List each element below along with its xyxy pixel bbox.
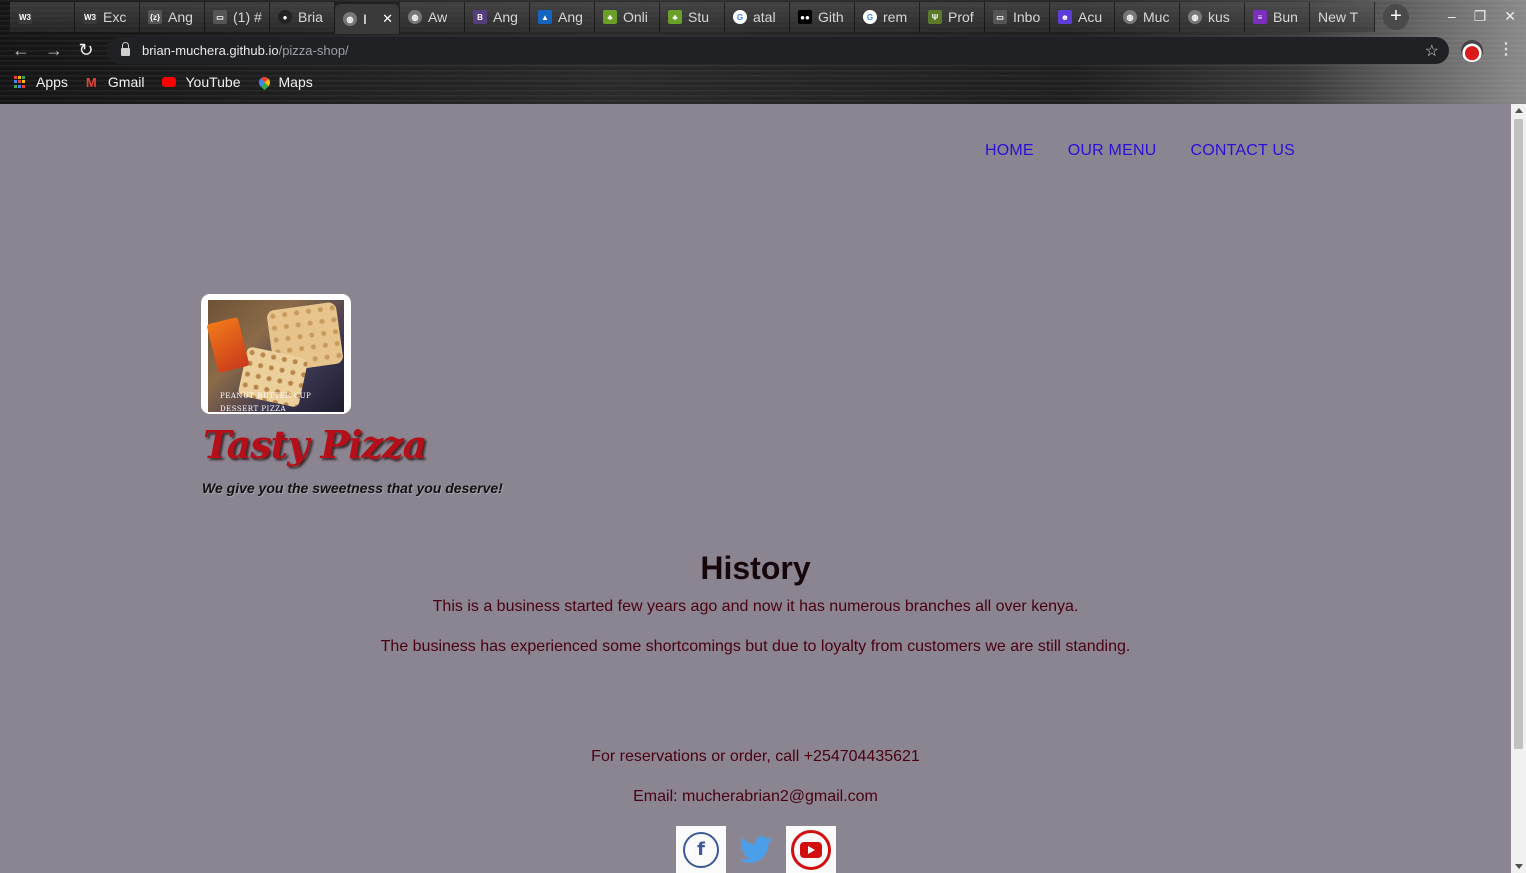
tab[interactable]: W3: [10, 2, 75, 32]
history-paragraph-1: This is a business started few years ago…: [432, 598, 1079, 615]
apps-grid-icon: [14, 75, 27, 89]
globe-icon: ◍: [343, 12, 357, 26]
palm-icon: Ψ: [928, 10, 942, 24]
pizza-photo: PEANUT BUTTER CUP DESSERT PIZZA: [206, 300, 344, 413]
minimize-icon[interactable]: –: [1448, 8, 1456, 25]
contact-email: Email: mucherabrian2@gmail.com: [633, 788, 878, 805]
tab[interactable]: ≡ Bun: [1245, 2, 1310, 32]
restore-icon[interactable]: ❐: [1474, 8, 1487, 25]
tab[interactable]: ♣ Stu: [660, 2, 725, 32]
close-tab-icon[interactable]: ✕: [382, 11, 393, 27]
tab[interactable]: B Ang: [465, 2, 530, 32]
scroll-down-arrow-icon[interactable]: [1515, 864, 1523, 869]
window-controls: – ❐ ✕: [1448, 8, 1516, 25]
history-heading: History: [700, 550, 811, 586]
bookmark-maps[interactable]: Maps: [256, 74, 313, 90]
brand-name: Tasty Pizza: [203, 422, 427, 467]
tab[interactable]: New T: [1310, 2, 1375, 32]
globe-icon: ◍: [1188, 10, 1202, 24]
bookmark-youtube[interactable]: YouTube: [162, 74, 241, 90]
gmail-icon: M: [85, 74, 97, 90]
new-tab-button[interactable]: +: [1383, 4, 1409, 30]
google-icon: G: [733, 10, 747, 24]
tree-icon: ♣: [603, 10, 617, 24]
tab[interactable]: Grem: [855, 2, 920, 32]
tab[interactable]: ▭ Inbo: [985, 2, 1050, 32]
tab[interactable]: ◍ Muc: [1115, 2, 1180, 32]
reload-icon[interactable]: ↻: [75, 39, 97, 61]
w3schools-icon: W3: [18, 10, 32, 24]
tab[interactable]: ▲ Ang: [530, 2, 595, 32]
twitter-link[interactable]: [736, 826, 776, 873]
history-paragraph-2: The business has experienced some shortc…: [380, 638, 1131, 655]
browser-toolbar: ← → ↻ brian-muchera.github.io/pizza-shop…: [0, 34, 1526, 67]
tab[interactable]: ◍ kus: [1180, 2, 1245, 32]
back-arrow-icon[interactable]: ←: [10, 39, 32, 61]
social-links: f: [676, 826, 836, 873]
google-icon: G: [863, 10, 877, 24]
tab[interactable]: Gatal: [725, 2, 790, 32]
lock-icon: [121, 42, 130, 56]
bookmark-gmail[interactable]: M Gmail: [86, 74, 145, 90]
tab-strip: W3 W3 Exc {z} Ang ▭ (1) # ● Bria ◍ I ✕ ◍ Aw B An…: [10, 0, 1409, 34]
tab[interactable]: Ψ Prof: [920, 2, 985, 32]
youtube-link[interactable]: [786, 826, 836, 873]
tab[interactable]: {z} Ang: [140, 2, 205, 32]
youtube-icon: [162, 77, 177, 87]
address-bar[interactable]: brian-muchera.github.io/pizza-shop/ ☆: [107, 37, 1449, 64]
github-icon: ●: [278, 10, 292, 24]
logo-caption: PEANUT BUTTER CUP DESSERT PIZZA: [220, 392, 312, 413]
forward-arrow-icon[interactable]: →: [43, 39, 65, 61]
menu-kebab-icon[interactable]: ⋮: [1498, 39, 1514, 59]
bookmarks-bar: Apps M Gmail YouTube Maps: [0, 67, 1526, 97]
web-page: HOME OUR MENU CONTACT US PEANUT BUTTER C…: [0, 104, 1511, 873]
medium-icon: ●●: [798, 10, 812, 24]
tab[interactable]: ♣ Onli: [595, 2, 660, 32]
angular-icon: ▲: [538, 10, 552, 24]
tab[interactable]: ● Bria: [270, 2, 335, 32]
globe-icon: ◍: [1123, 10, 1137, 24]
scroll-up-arrow-icon[interactable]: [1515, 108, 1523, 113]
page-scrollbar[interactable]: [1511, 104, 1526, 873]
w3schools-icon: W3: [83, 10, 97, 24]
logo-image: PEANUT BUTTER CUP DESSERT PIZZA: [201, 294, 351, 414]
browser-chrome: W3 W3 Exc {z} Ang ▭ (1) # ● Bria ◍ I ✕ ◍ Aw B An…: [0, 0, 1526, 104]
close-window-icon[interactable]: ✕: [1504, 8, 1516, 25]
nav-contact-link[interactable]: CONTACT US: [1190, 142, 1295, 160]
nav-home-link[interactable]: HOME: [985, 142, 1034, 160]
tab[interactable]: ▭ (1) #: [205, 2, 270, 32]
facebook-icon: f: [683, 831, 719, 868]
tab[interactable]: ◍ Aw: [400, 2, 465, 32]
user-icon: ☻: [1058, 10, 1072, 24]
tab[interactable]: ☻ Acu: [1050, 2, 1115, 32]
globe-icon: ◍: [408, 10, 422, 24]
list-icon: ≡: [1253, 10, 1267, 24]
site-navigation: HOME OUR MENU CONTACT US: [985, 142, 1295, 160]
facebook-link[interactable]: f: [676, 826, 726, 873]
nav-menu-link[interactable]: OUR MENU: [1068, 142, 1157, 160]
tagline: We give you the sweetness that you deser…: [202, 480, 503, 496]
profile-avatar[interactable]: [1461, 40, 1483, 62]
youtube-icon: [791, 829, 831, 870]
folder-icon: ▭: [213, 10, 227, 24]
tab[interactable]: ●● Gith: [790, 2, 855, 32]
url-path: /pizza-shop/: [278, 43, 349, 58]
candy-bag: [206, 316, 250, 374]
folder-icon: ▭: [993, 10, 1007, 24]
tab[interactable]: W3 Exc: [75, 2, 140, 32]
bookmark-star-icon[interactable]: ☆: [1425, 41, 1439, 61]
scroll-thumb[interactable]: [1514, 119, 1523, 749]
url-host: brian-muchera.github.io: [142, 43, 279, 58]
tab-active[interactable]: ◍ I ✕: [335, 4, 400, 34]
bootstrap-icon: B: [473, 10, 487, 24]
tree-icon: ♣: [668, 10, 682, 24]
contact-phone: For reservations or order, call +2547044…: [591, 748, 920, 765]
play-icon: [800, 841, 822, 858]
twitter-icon: [739, 835, 773, 863]
code-icon: {z}: [148, 10, 162, 24]
bookmark-apps[interactable]: Apps: [14, 74, 68, 90]
maps-icon: [256, 74, 272, 90]
